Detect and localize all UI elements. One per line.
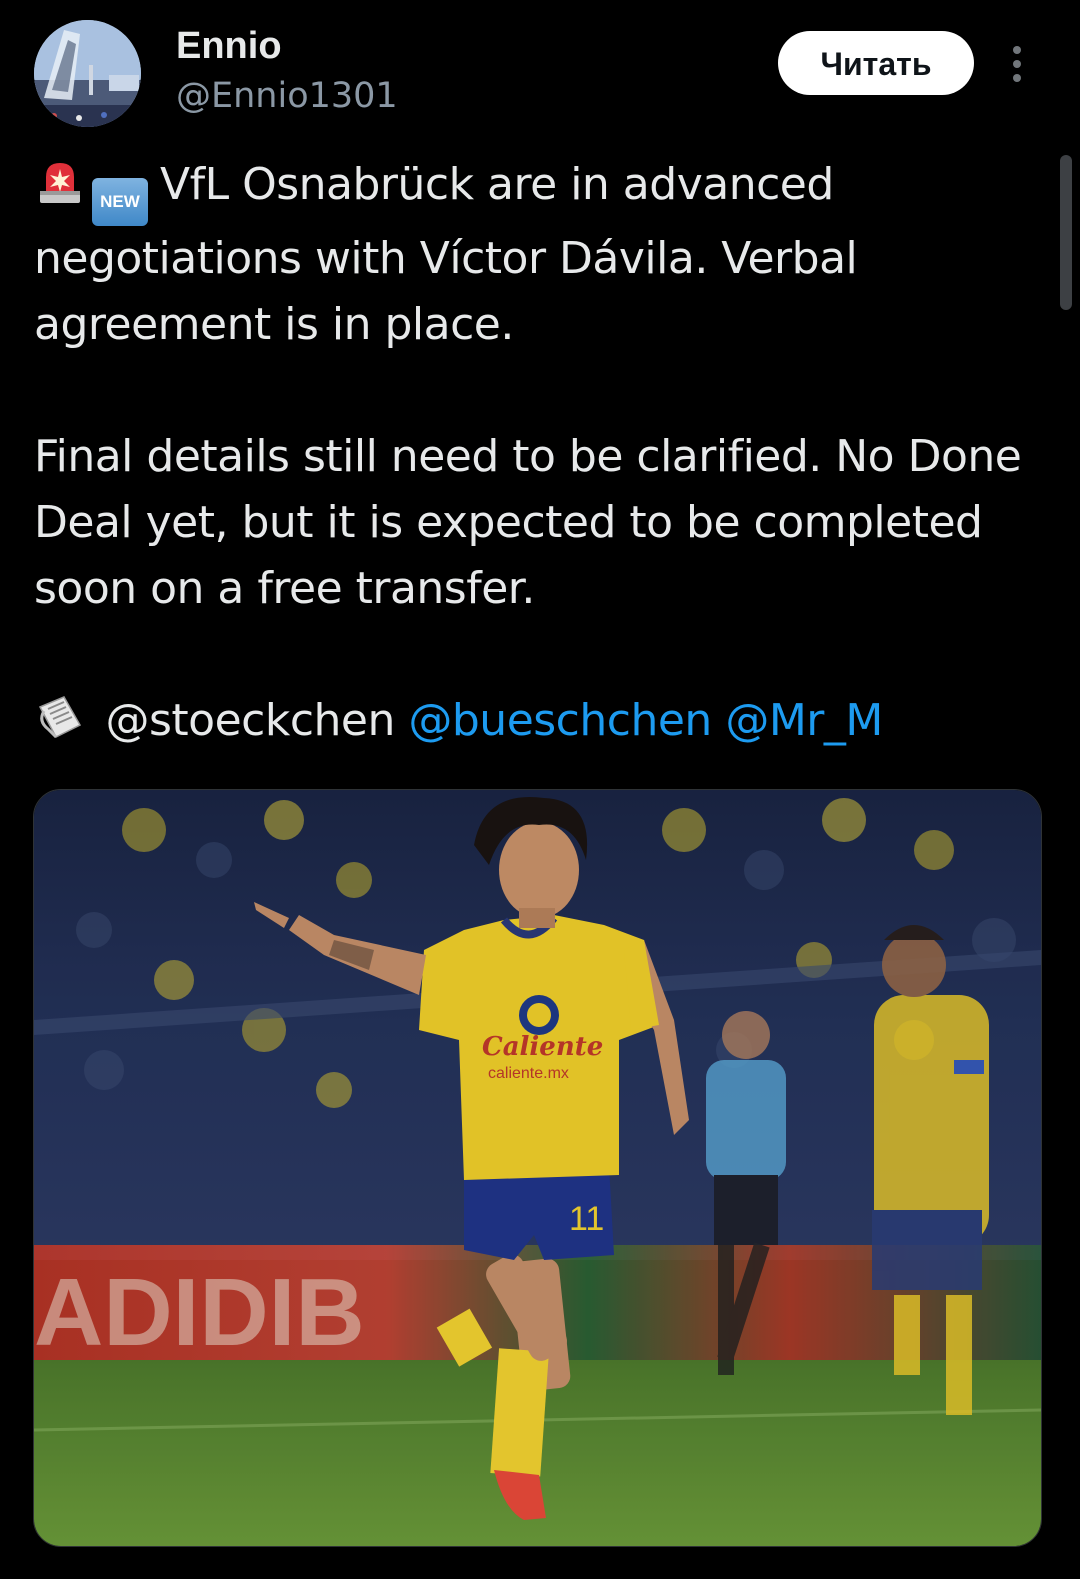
mention-bueschchen[interactable]: @bueschchen — [408, 695, 712, 746]
author-name[interactable]: Ennio — [176, 24, 282, 68]
follow-button[interactable]: Читать — [778, 31, 974, 95]
police-light-icon — [40, 163, 80, 203]
tweet: Ennio @Ennio1301 Читать NEW VfL Osnabrück… — [0, 0, 1080, 1579]
scrollbar[interactable] — [1060, 155, 1072, 310]
tweet-line-2: Final details still need to be clarified… — [34, 431, 1022, 614]
avatar-image — [34, 20, 141, 127]
tweet-text: NEW VfL Osnabrück are in advanced negotia… — [34, 152, 1044, 754]
avatar[interactable] — [34, 20, 141, 127]
mention-stoeckchen[interactable]: @stoeckchen — [106, 695, 396, 746]
mention-mr-m[interactable]: @Mr_M — [725, 695, 883, 746]
football-player-photo: ADIDIB 11 Caliente caliente.mx — [34, 790, 1041, 1546]
more-vertical-icon[interactable] — [1006, 44, 1028, 84]
tweet-line-1: VfL Osnabrück are in advanced negotiatio… — [34, 159, 858, 350]
author-handle[interactable]: @Ennio1301 — [176, 74, 398, 118]
new-badge: NEW — [92, 178, 148, 226]
tweet-mentions: @stoeckchen @bueschchen @Mr_M — [34, 688, 1044, 754]
newspaper-icon — [38, 696, 82, 739]
tweet-paragraph: NEW VfL Osnabrück are in advanced negotia… — [34, 152, 1044, 358]
tweet-photo[interactable]: ADIDIB 11 Caliente caliente.mx — [33, 789, 1042, 1547]
